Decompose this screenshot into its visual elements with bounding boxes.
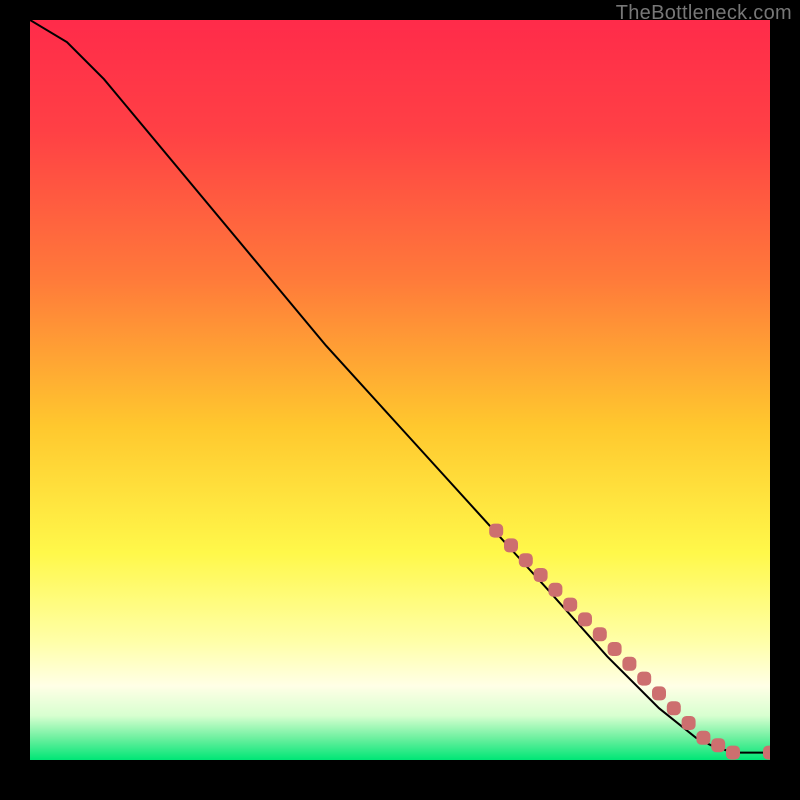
chart-plot [30, 20, 770, 760]
chart-svg [30, 20, 770, 760]
marker-point [504, 538, 518, 552]
marker-point [667, 701, 681, 715]
marker-point [726, 746, 740, 760]
marker-point [622, 657, 636, 671]
watermark-text: TheBottleneck.com [616, 2, 792, 25]
marker-point [763, 746, 770, 760]
marker-point [608, 642, 622, 656]
marker-point [534, 568, 548, 582]
marker-point [652, 686, 666, 700]
chart-background [30, 20, 770, 760]
marker-point [548, 583, 562, 597]
marker-point [637, 672, 651, 686]
marker-point [593, 627, 607, 641]
marker-point [519, 553, 533, 567]
chart-stage: TheBottleneck.com [0, 0, 800, 800]
marker-point [489, 524, 503, 538]
marker-point [563, 598, 577, 612]
marker-point [696, 731, 710, 745]
marker-point [682, 716, 696, 730]
marker-point [578, 612, 592, 626]
marker-point [711, 738, 725, 752]
